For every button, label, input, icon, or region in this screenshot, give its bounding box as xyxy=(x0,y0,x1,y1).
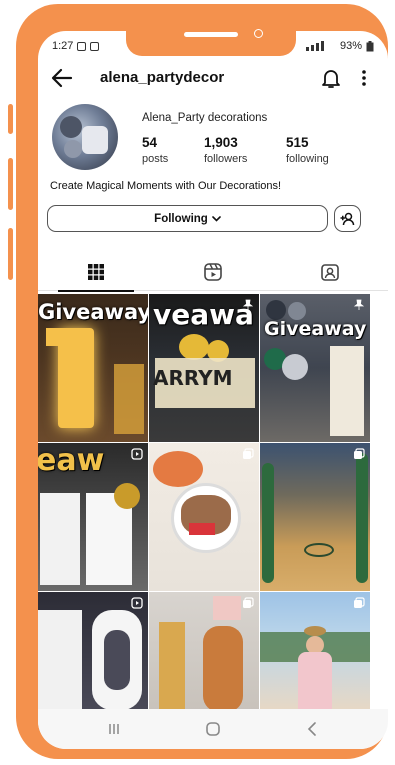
reels-icon xyxy=(204,263,222,281)
following-count[interactable]: 515 following xyxy=(286,135,329,165)
avatar[interactable] xyxy=(52,104,118,170)
post-tile[interactable]: Giveaway xyxy=(38,294,148,442)
following-button-label: Following xyxy=(154,212,208,225)
system-back-button[interactable] xyxy=(300,717,324,741)
giveaway-overlay-text: eaw xyxy=(38,443,105,478)
chevron-down-icon xyxy=(212,215,221,222)
followers-count[interactable]: 1,903 followers xyxy=(204,135,247,165)
carousel-icon xyxy=(354,448,365,459)
home-button[interactable] xyxy=(201,717,225,741)
tab-tagged[interactable] xyxy=(272,253,388,291)
posts-value: 54 xyxy=(142,135,158,150)
tab-reels[interactable] xyxy=(155,253,271,291)
chevron-left-icon xyxy=(307,722,316,736)
add-user-icon xyxy=(340,212,355,225)
phone-frame: 1:27 93% alena_partydecor Alena_Party de… xyxy=(16,4,388,759)
post-tile[interactable] xyxy=(38,592,148,712)
posts-label: posts xyxy=(142,153,169,165)
display-name: Alena_Party decorations xyxy=(142,112,268,124)
post-tile[interactable] xyxy=(260,443,370,591)
post-tile[interactable]: Giveaway xyxy=(260,294,370,442)
phone-screen: 1:27 93% alena_partydecor Alena_Party de… xyxy=(38,31,388,749)
carousel-icon xyxy=(243,448,254,459)
suggested-users-button[interactable] xyxy=(334,205,361,232)
carousel-icon xyxy=(354,597,365,608)
message-notification-icon xyxy=(90,41,100,51)
profile-header: alena_partydecor xyxy=(38,65,388,91)
volume-down-button xyxy=(8,158,13,210)
sign-letters-text: ARRYM xyxy=(153,366,233,390)
bell-icon[interactable] xyxy=(319,66,343,90)
system-nav-bar xyxy=(38,709,388,749)
following-value: 515 xyxy=(286,135,309,150)
tab-posts[interactable] xyxy=(38,253,154,292)
battery-percent: 93% xyxy=(339,40,362,52)
profile-tabs xyxy=(38,253,388,292)
profile-username: alena_partydecor xyxy=(100,69,225,86)
posts-count[interactable]: 54 posts xyxy=(142,135,168,165)
speaker-pill xyxy=(184,32,238,37)
reel-badge-icon xyxy=(131,448,143,460)
pin-icon xyxy=(242,299,254,310)
followers-value: 1,903 xyxy=(204,135,238,150)
recent-apps-button[interactable] xyxy=(102,717,126,741)
power-button xyxy=(8,228,13,280)
battery-icon xyxy=(366,40,374,51)
home-icon xyxy=(206,722,220,736)
phone-notch xyxy=(126,16,296,56)
volume-up-button xyxy=(8,104,13,134)
following-button[interactable]: Following xyxy=(47,205,328,232)
post-tile[interactable] xyxy=(260,592,370,712)
post-tile[interactable] xyxy=(149,592,259,712)
post-tile[interactable]: veawa ARRYM xyxy=(149,294,259,442)
reel-badge-icon xyxy=(131,597,143,609)
more-options-icon[interactable] xyxy=(356,66,372,90)
following-label: following xyxy=(286,153,329,165)
post-tile[interactable]: eaw xyxy=(38,443,148,591)
recent-apps-icon xyxy=(109,724,119,734)
status-time: 1:27 xyxy=(52,40,74,52)
pin-icon xyxy=(353,299,365,310)
stage: 1:27 93% alena_partydecor Alena_Party de… xyxy=(0,0,395,765)
camera-icon xyxy=(254,29,263,38)
veawa-overlay-text: veawa xyxy=(153,298,254,331)
profile-bio: Create Magical Moments with Our Decorati… xyxy=(50,180,282,192)
giveaway-overlay-text: Giveaway xyxy=(38,300,148,324)
gallery-notification-icon xyxy=(77,41,87,51)
post-tile[interactable] xyxy=(149,443,259,591)
carousel-icon xyxy=(243,597,254,608)
tagged-user-icon xyxy=(321,264,339,281)
signal-icon xyxy=(305,41,324,51)
grid-icon xyxy=(88,264,104,280)
followers-label: followers xyxy=(204,153,248,165)
giveaway-overlay-text: Giveaway xyxy=(264,318,367,340)
back-arrow-icon[interactable] xyxy=(50,67,74,89)
